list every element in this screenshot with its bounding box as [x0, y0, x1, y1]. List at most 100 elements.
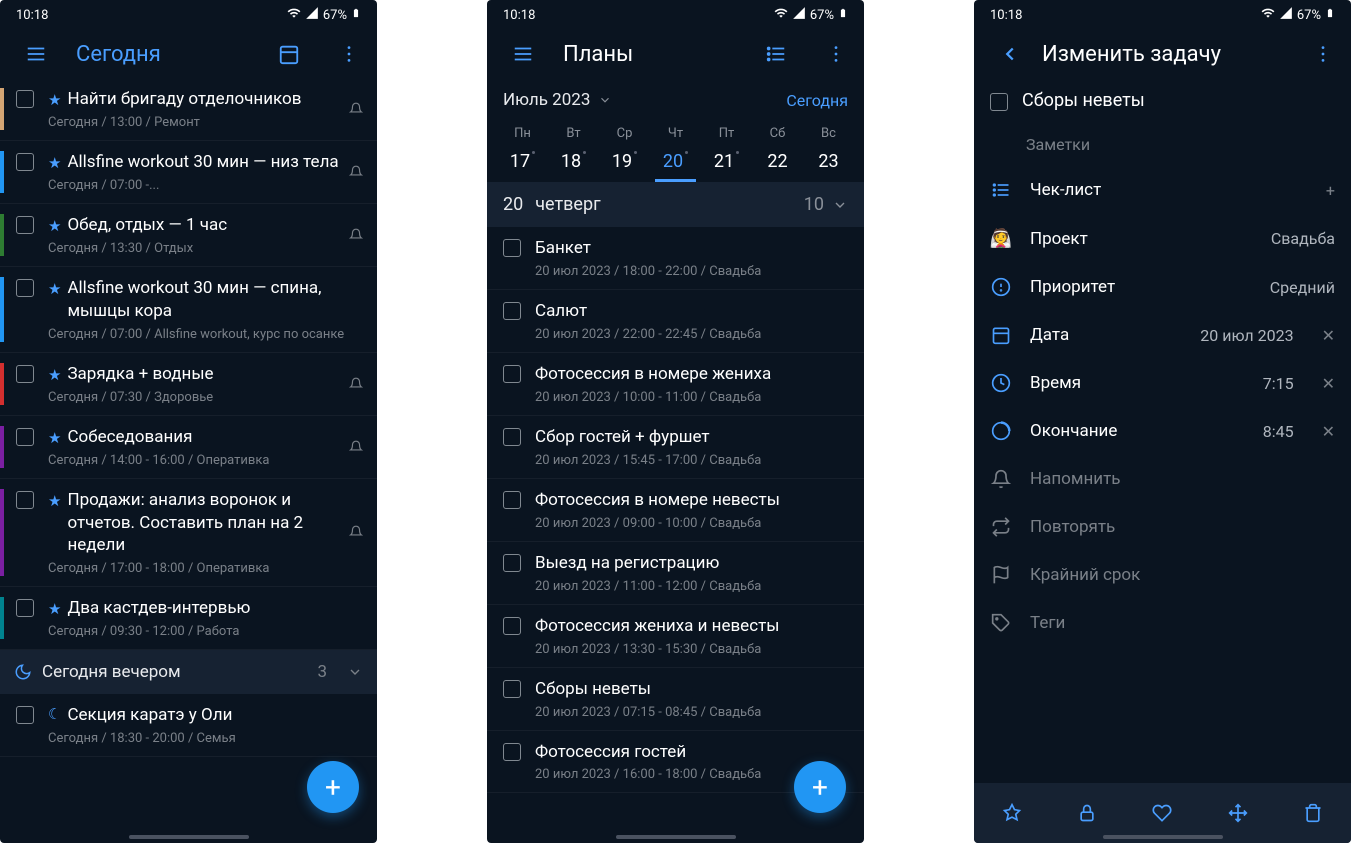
today-link[interactable]: Сегодня: [786, 91, 848, 110]
task-item[interactable]: ★Найти бригаду отделочников Сегодня / 13…: [0, 78, 377, 141]
task-checkbox[interactable]: [503, 554, 521, 572]
day-col[interactable]: Вт 18: [548, 122, 599, 182]
task-item[interactable]: Фотосессия в номере невесты 20 июл 2023 …: [487, 479, 864, 542]
task-checkbox[interactable]: [16, 216, 34, 234]
task-item[interactable]: ☾Секция каратэ у Оли Сегодня / 18:30 - 2…: [0, 694, 377, 757]
row-time[interactable]: Время 7:15 ✕: [974, 359, 1351, 407]
task-item[interactable]: ★Зарядка + водные Сегодня / 07:30 / Здор…: [0, 353, 377, 416]
day-num: 22: [752, 145, 803, 182]
more-icon[interactable]: [1303, 34, 1343, 74]
pin-button[interactable]: [990, 791, 1034, 835]
task-checkbox[interactable]: [503, 302, 521, 320]
task-item[interactable]: ★Обед, отдых — 1 час Сегодня / 13:30 / О…: [0, 204, 377, 267]
day-col[interactable]: Пн 17: [497, 122, 548, 182]
task-checkbox[interactable]: [16, 365, 34, 383]
lock-button[interactable]: [1065, 791, 1109, 835]
day-num: 23: [803, 145, 854, 182]
calendar-icon: [990, 325, 1012, 345]
row-end[interactable]: Окончание 8:45 ✕: [974, 407, 1351, 455]
menu-icon[interactable]: [503, 34, 543, 74]
week-header: Пн 17Вт 18Ср 19Чт 20Пт 21Сб 22Вс 23: [487, 122, 864, 182]
moon-icon: [14, 663, 32, 681]
chevron-down-icon: [832, 197, 848, 213]
time-value: 7:15: [1263, 374, 1294, 393]
task-item[interactable]: Фотосессия в номере жениха 20 июл 2023 /…: [487, 353, 864, 416]
fab-add[interactable]: +: [794, 761, 846, 813]
status-right: 67%: [774, 6, 848, 24]
day-col[interactable]: Ср 19: [599, 122, 650, 182]
task-item[interactable]: Банкет 20 июл 2023 / 18:00 - 22:00 / Сва…: [487, 227, 864, 290]
day-name: Чт: [650, 122, 701, 145]
day-section-header[interactable]: 20 четверг 10: [487, 182, 864, 227]
task-item[interactable]: ★Собеседования Сегодня / 14:00 - 16:00 /…: [0, 416, 377, 479]
row-checklist[interactable]: Чек-лист +: [974, 166, 1351, 214]
task-checkbox[interactable]: [16, 90, 34, 108]
task-list: ★Найти бригаду отделочников Сегодня / 13…: [0, 78, 377, 757]
clear-icon[interactable]: ✕: [1322, 374, 1335, 393]
list-icon[interactable]: [756, 34, 796, 74]
task-title-row[interactable]: Сборы неветы: [974, 78, 1351, 123]
clear-icon[interactable]: ✕: [1322, 326, 1335, 345]
task-item[interactable]: ★Два кастдев-интервью Сегодня / 09:30 - …: [0, 587, 377, 650]
add-icon[interactable]: +: [1326, 181, 1335, 200]
menu-icon[interactable]: [16, 34, 56, 74]
task-item[interactable]: ★Allsfine workout 30 мин — низ тела Сего…: [0, 141, 377, 204]
evening-section[interactable]: Сегодня вечером 3: [0, 650, 377, 694]
task-item[interactable]: ★Allsfine workout 30 мин — спина, мышцы …: [0, 267, 377, 353]
more-icon[interactable]: [816, 34, 856, 74]
priority-label: Приоритет: [1030, 277, 1252, 297]
day-col[interactable]: Вс 23: [803, 122, 854, 182]
row-date[interactable]: Дата 20 июл 2023 ✕: [974, 311, 1351, 359]
task-checkbox[interactable]: [503, 743, 521, 761]
row-project[interactable]: 👰 Проект Свадьба: [974, 214, 1351, 263]
task-checkbox[interactable]: [16, 599, 34, 617]
task-checkbox[interactable]: [16, 706, 34, 724]
month-selector[interactable]: Июль 2023 Сегодня: [487, 78, 864, 122]
task-meta: 20 июл 2023 / 10:00 - 11:00 / Свадьба: [535, 390, 850, 405]
task-checkbox[interactable]: [16, 428, 34, 446]
calendar-icon[interactable]: [269, 34, 309, 74]
clear-icon[interactable]: ✕: [1322, 422, 1335, 441]
more-icon[interactable]: [329, 34, 369, 74]
task-checkbox[interactable]: [503, 365, 521, 383]
tag-icon: [990, 613, 1012, 633]
row-priority[interactable]: Приоритет Средний: [974, 263, 1351, 311]
task-item[interactable]: ★Продажи: анализ воронок и отчетов. Сост…: [0, 479, 377, 588]
task-item[interactable]: Выезд на регистрацию 20 июл 2023 / 11:00…: [487, 542, 864, 605]
task-item[interactable]: Сбор гостей + фуршет 20 июл 2023 / 15:45…: [487, 416, 864, 479]
page-title: Планы: [563, 42, 736, 67]
delete-button[interactable]: [1291, 791, 1335, 835]
task-checkbox[interactable]: [990, 93, 1008, 111]
task-item[interactable]: Сборы неветы 20 июл 2023 / 07:15 - 08:45…: [487, 668, 864, 731]
row-repeat[interactable]: Повторять: [974, 503, 1351, 551]
notes-field[interactable]: Заметки: [974, 123, 1351, 166]
task-checkbox[interactable]: [503, 491, 521, 509]
heart-button[interactable]: [1140, 791, 1184, 835]
task-checkbox[interactable]: [503, 239, 521, 257]
task-checkbox[interactable]: [16, 491, 34, 509]
bell-icon: [349, 440, 363, 454]
back-icon[interactable]: [990, 34, 1030, 74]
day-col[interactable]: Чт 20: [650, 122, 701, 182]
battery-icon: [1325, 6, 1335, 24]
task-meta: Сегодня / 13:00 / Ремонт: [48, 115, 341, 130]
row-tags[interactable]: Теги: [974, 599, 1351, 647]
star-icon: ★: [48, 279, 61, 299]
task-meta: Сегодня / 14:00 - 16:00 / Оперативка: [48, 453, 341, 468]
task-checkbox[interactable]: [16, 153, 34, 171]
task-checkbox[interactable]: [16, 279, 34, 297]
day-col[interactable]: Сб 22: [752, 122, 803, 182]
task-checkbox[interactable]: [503, 680, 521, 698]
fab-add[interactable]: +: [307, 761, 359, 813]
status-bar: 10:18 67%: [487, 0, 864, 30]
task-title[interactable]: Сборы неветы: [1022, 90, 1145, 111]
row-remind[interactable]: Напомнить: [974, 455, 1351, 503]
task-checkbox[interactable]: [503, 617, 521, 635]
task-item[interactable]: Фотосессия жениха и невесты 20 июл 2023 …: [487, 605, 864, 668]
task-checkbox[interactable]: [503, 428, 521, 446]
move-button[interactable]: [1216, 791, 1260, 835]
day-col[interactable]: Пт 21: [701, 122, 752, 182]
task-item[interactable]: Салют 20 июл 2023 / 22:00 - 22:45 / Свад…: [487, 290, 864, 353]
row-deadline[interactable]: Крайний срок: [974, 551, 1351, 599]
day-name: Вт: [548, 122, 599, 145]
